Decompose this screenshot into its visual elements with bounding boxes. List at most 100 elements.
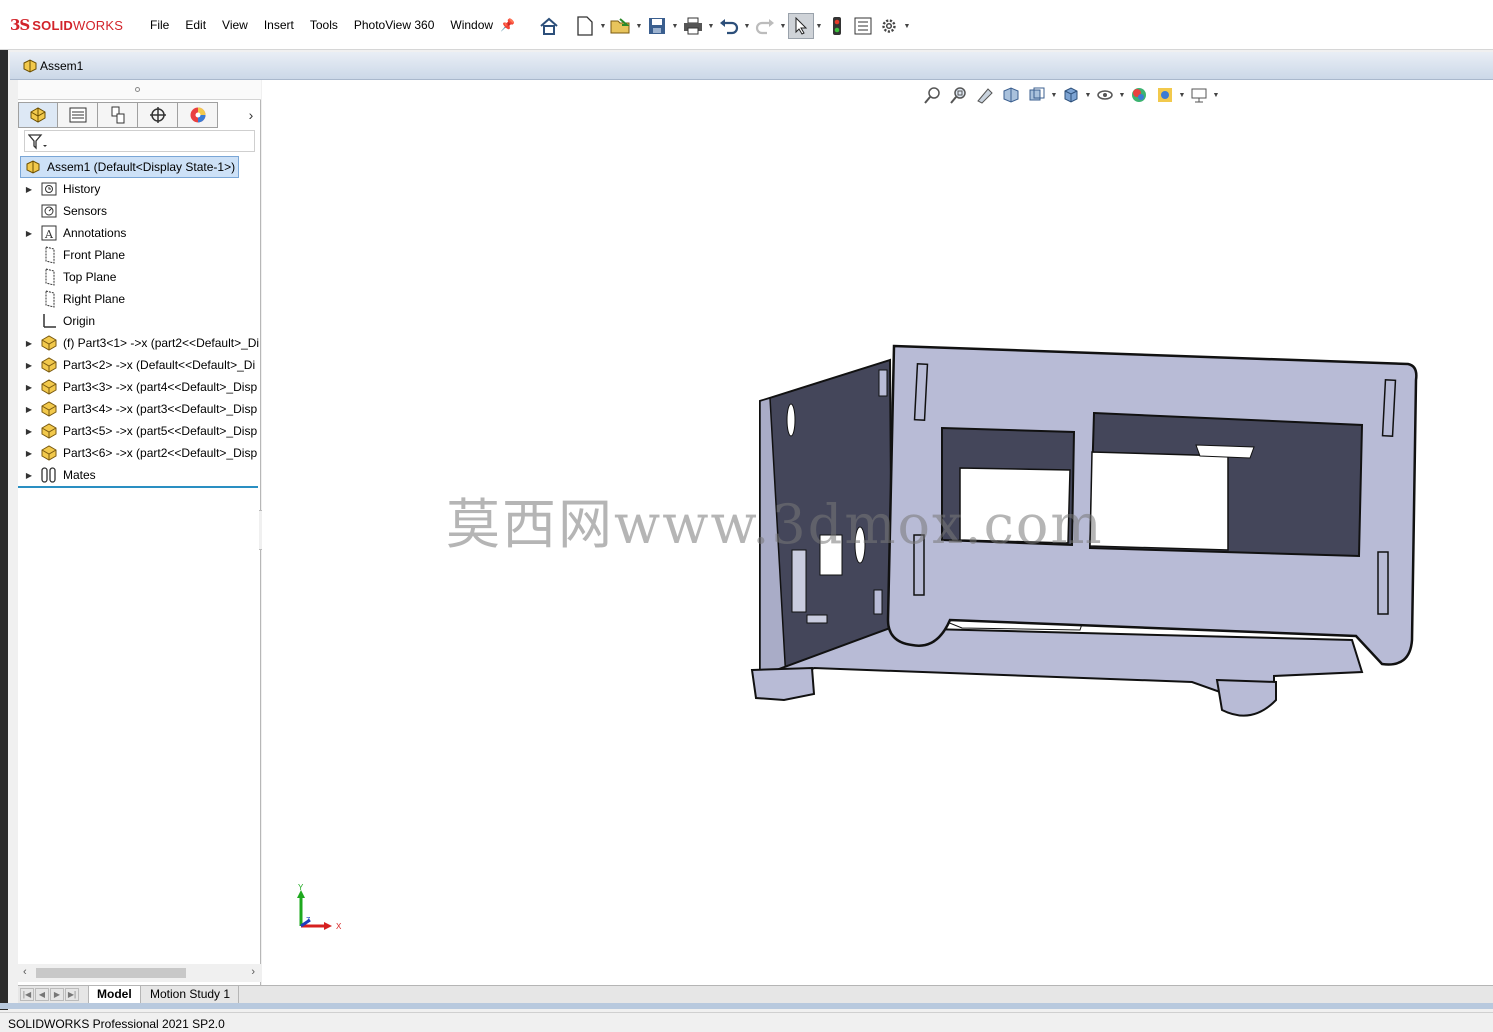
tree-item[interactable]: Sensors: [18, 200, 261, 222]
graphics-area[interactable]: ▼ ▼ ▼ ▼ ▼ 莫西网www.3dmox.com Y X Z: [262, 80, 1493, 985]
tree-item[interactable]: ▶ Part3<2> ->x (Default<<Default>_Di: [18, 354, 261, 376]
open-dropdown-icon[interactable]: ▼: [634, 13, 644, 39]
menu-window[interactable]: Window: [442, 16, 501, 34]
dimxpertmanager-tab-icon[interactable]: [138, 102, 178, 128]
tab-model[interactable]: Model: [88, 986, 141, 1004]
redo-dropdown-icon[interactable]: ▼: [778, 13, 788, 39]
tree-filter[interactable]: [24, 130, 255, 152]
next-tab-icon[interactable]: ▶: [50, 988, 64, 1001]
document-title[interactable]: Assem1: [40, 59, 83, 73]
tree-item[interactable]: ▶ Part3<3> ->x (part4<<Default>_Disp: [18, 376, 261, 398]
featuremanager-tab-icon[interactable]: [18, 102, 58, 128]
tree-item[interactable]: ▶ Part3<4> ->x (part3<<Default>_Disp: [18, 398, 261, 420]
menu-view[interactable]: View: [214, 16, 256, 34]
assembly-icon: [24, 158, 42, 176]
tree-items: ▶ History Sensors ▶ A Annotations Front Plane T…: [18, 178, 261, 486]
tree-item[interactable]: Origin: [18, 310, 261, 332]
options-icon[interactable]: [876, 13, 902, 39]
tree-item[interactable]: ▶ Part3<6> ->x (part2<<Default>_Disp: [18, 442, 261, 464]
solidworks-window: 3S SOLIDWORKS File Edit View Insert Tool…: [0, 0, 1493, 1032]
select-icon[interactable]: [788, 13, 814, 39]
tree-horizontal-scrollbar[interactable]: ‹ ›: [18, 964, 261, 982]
expand-arrow-icon[interactable]: ▶: [18, 354, 40, 376]
print-icon[interactable]: [680, 13, 706, 39]
bottom-tab-bar: |◀ ◀ ▶ ▶| Model Motion Study 1: [18, 985, 1493, 1004]
tree-item[interactable]: ▶ Part3<5> ->x (part5<<Default>_Disp: [18, 420, 261, 442]
save-dropdown-icon[interactable]: ▼: [670, 13, 680, 39]
tree-item[interactable]: Right Plane: [18, 288, 261, 310]
displaymanager-tab-icon[interactable]: [178, 102, 218, 128]
open-icon[interactable]: [608, 13, 634, 39]
expand-arrow-icon[interactable]: ▶: [18, 420, 40, 442]
more-tabs-chevron-icon[interactable]: ›: [241, 102, 261, 128]
tree-item-label: (f) Part3<1> ->x (part2<<Default>_Di: [63, 336, 260, 350]
main-menu: File Edit View Insert Tools PhotoView 36…: [142, 16, 501, 34]
save-icon[interactable]: [644, 13, 670, 39]
triad-z-label: Z: [306, 917, 311, 924]
options-dropdown-icon[interactable]: ▼: [902, 13, 912, 39]
solidworks-logo[interactable]: 3S SOLIDWORKS: [10, 14, 123, 36]
tab-motion-study-1[interactable]: Motion Study 1: [142, 986, 240, 1004]
history-icon: [40, 180, 58, 198]
part-icon: [40, 334, 58, 352]
file-properties-icon[interactable]: [850, 13, 876, 39]
menu-edit[interactable]: Edit: [177, 16, 214, 34]
window-left-edge: [0, 50, 8, 1010]
scroll-left-icon[interactable]: ‹: [23, 966, 27, 978]
last-tab-icon[interactable]: ▶|: [65, 988, 79, 1001]
assembly-icon: [22, 58, 38, 77]
tree-item[interactable]: Top Plane: [18, 266, 261, 288]
home-icon[interactable]: [536, 13, 562, 39]
tree-item[interactable]: ▶ Mates: [18, 464, 261, 486]
pin-menu-icon[interactable]: 📌: [500, 18, 515, 32]
prev-tab-icon[interactable]: ◀: [35, 988, 49, 1001]
tree-item[interactable]: ▶ A Annotations: [18, 222, 261, 244]
propertymanager-tab-icon[interactable]: [58, 102, 98, 128]
undo-icon[interactable]: [716, 13, 742, 39]
select-dropdown-icon[interactable]: ▼: [814, 13, 824, 39]
undo-dropdown-icon[interactable]: ▼: [742, 13, 752, 39]
bottom-divider: [0, 1003, 1493, 1009]
configurationmanager-tab-icon[interactable]: [98, 102, 138, 128]
new-dropdown-icon[interactable]: ▼: [598, 13, 608, 39]
tree-item[interactable]: ▶ History: [18, 178, 261, 200]
part-icon: [40, 444, 58, 462]
pane-splitter[interactable]: [18, 80, 261, 100]
scroll-right-icon[interactable]: ›: [251, 966, 255, 978]
expand-arrow-icon[interactable]: ▶: [18, 178, 40, 200]
tree-item[interactable]: Front Plane: [18, 244, 261, 266]
tree-item-label: Mates: [63, 468, 96, 482]
tree-item-label: Annotations: [63, 226, 127, 240]
expand-arrow-icon[interactable]: ▶: [18, 376, 40, 398]
menu-insert[interactable]: Insert: [256, 16, 302, 34]
tree-item-label: Part3<3> ->x (part4<<Default>_Disp: [63, 380, 258, 394]
expand-arrow-icon[interactable]: ▶: [18, 442, 40, 464]
menu-photoview[interactable]: PhotoView 360: [346, 16, 443, 34]
brand-name-light: WORKS: [73, 17, 124, 33]
first-tab-icon[interactable]: |◀: [20, 988, 34, 1001]
tree-item-label: Part3<2> ->x (Default<<Default>_Di: [63, 358, 256, 372]
brand-name: SOLIDWORKS: [32, 18, 123, 33]
expand-arrow-icon[interactable]: ▶: [18, 464, 40, 486]
expand-arrow-icon[interactable]: ▶: [18, 398, 40, 420]
filter-icon: [28, 134, 47, 150]
expand-arrow-icon[interactable]: ▶: [18, 332, 40, 354]
part-icon: [40, 422, 58, 440]
scroll-thumb[interactable]: [36, 968, 186, 978]
ds-logo-mark: 3S: [10, 16, 30, 34]
document-tab-bar: Assem1: [10, 52, 1493, 80]
new-document-icon[interactable]: [572, 13, 598, 39]
tree-item-label: Front Plane: [63, 248, 126, 262]
print-dropdown-icon[interactable]: ▼: [706, 13, 716, 39]
menu-file[interactable]: File: [142, 16, 177, 34]
rebuild-icon[interactable]: [824, 13, 850, 39]
redo-icon[interactable]: [752, 13, 778, 39]
manager-tabs: ›: [18, 102, 261, 128]
menu-tools[interactable]: Tools: [302, 16, 346, 34]
tree-root-assembly[interactable]: Assem1 (Default<Display State-1>): [20, 156, 261, 178]
rollback-bar[interactable]: [18, 486, 258, 488]
tree-item[interactable]: ▶ (f) Part3<1> ->x (part2<<Default>_Di: [18, 332, 261, 354]
expand-arrow-icon[interactable]: ▶: [18, 222, 40, 244]
